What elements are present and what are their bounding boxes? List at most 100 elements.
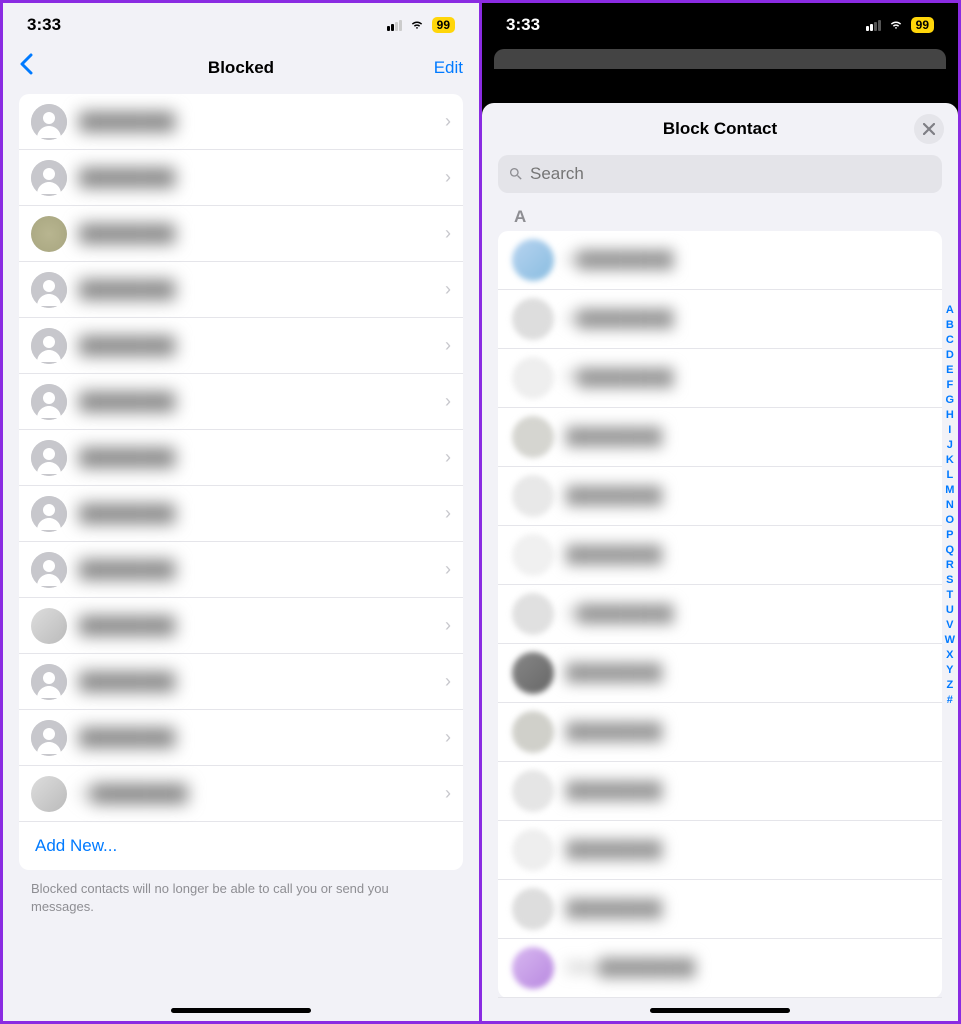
index-letter[interactable]: W [945, 633, 955, 648]
blocked-row[interactable]: ████████ › [19, 94, 463, 150]
chevron-right-icon: › [445, 615, 451, 636]
avatar [512, 416, 554, 458]
index-letter[interactable]: S [945, 573, 955, 588]
index-letter[interactable]: K [945, 453, 955, 468]
page-title: Blocked [208, 58, 274, 78]
blocked-list: ████████›████████›████████›████████›████… [19, 94, 463, 870]
contact-row[interactable]: ████████ [498, 821, 942, 880]
avatar [31, 272, 67, 308]
contact-name: ████████ [566, 545, 928, 565]
contact-row[interactable]: ████████ [498, 408, 942, 467]
edit-button[interactable]: Edit [434, 58, 463, 78]
chevron-right-icon: › [445, 167, 451, 188]
avatar [31, 664, 67, 700]
avatar [512, 298, 554, 340]
contact-row[interactable]: S████████ [498, 585, 942, 644]
contact-name: ████████ [566, 840, 928, 860]
index-letter[interactable]: A [945, 303, 955, 318]
contact-row[interactable]: A████████ [498, 290, 942, 349]
contact-row[interactable]: ████████ [498, 762, 942, 821]
index-letter[interactable]: N [945, 498, 955, 513]
contact-row[interactable]: A████████ [498, 231, 942, 290]
avatar [512, 593, 554, 635]
blocked-row[interactable]: ████████› [19, 542, 463, 598]
chevron-right-icon: › [445, 223, 451, 244]
wifi-icon [408, 18, 426, 32]
chevron-right-icon: › [445, 559, 451, 580]
contact-name: ████████ [79, 112, 437, 132]
alphabet-index[interactable]: ABCDEFGHIJKLMNOPQRSTUVWXYZ# [945, 303, 955, 708]
index-letter[interactable]: Q [945, 543, 955, 558]
left-phone-blocked-settings: 3:33 99 Blocked Edit ████████ › ████████ › █… [3, 3, 479, 1021]
contact-name: ████████ [79, 672, 437, 692]
index-letter[interactable]: L [945, 468, 955, 483]
avatar [31, 496, 67, 532]
status-time: 3:33 [506, 15, 540, 35]
index-letter[interactable]: J [945, 438, 955, 453]
contact-row[interactable]: Diks████████ [498, 939, 942, 998]
index-letter[interactable]: P [945, 528, 955, 543]
index-letter[interactable]: I [945, 423, 955, 438]
contact-row[interactable]: ████████ [498, 703, 942, 762]
contact-name: ████████ [566, 427, 928, 447]
contact-row[interactable]: ████████ [498, 526, 942, 585]
index-letter[interactable]: B [945, 318, 955, 333]
avatar [512, 357, 554, 399]
contact-row[interactable]: ████████ [498, 644, 942, 703]
avatar [31, 552, 67, 588]
blocked-row[interactable]: ████████› [19, 262, 463, 318]
home-indicator[interactable] [650, 1008, 790, 1013]
contact-list: A████████A████████P█████████████████████… [498, 231, 942, 998]
search-input[interactable] [530, 164, 932, 184]
index-letter[interactable]: E [945, 363, 955, 378]
avatar [31, 160, 67, 196]
index-letter[interactable]: D [945, 348, 955, 363]
avatar [512, 888, 554, 930]
blocked-row[interactable]: ████████› [19, 318, 463, 374]
index-letter[interactable]: F [945, 378, 955, 393]
contact-name: ████████ [79, 280, 437, 300]
chevron-right-icon: › [445, 783, 451, 804]
chevron-right-icon: › [445, 111, 451, 132]
index-letter[interactable]: U [945, 603, 955, 618]
index-letter[interactable]: H [945, 408, 955, 423]
search-icon [508, 166, 524, 182]
contact-row[interactable]: ████████ [498, 880, 942, 939]
blocked-row[interactable]: ████████› [19, 206, 463, 262]
contact-row[interactable]: P████████ [498, 349, 942, 408]
back-button[interactable] [19, 53, 33, 82]
blocked-row[interactable]: ████████› [19, 430, 463, 486]
chevron-right-icon: › [445, 503, 451, 524]
status-bar: 3:33 99 [3, 3, 479, 43]
blocked-row[interactable]: ████████› [19, 150, 463, 206]
avatar [512, 239, 554, 281]
index-letter[interactable]: O [945, 513, 955, 528]
blocked-row[interactable]: ████████› [19, 654, 463, 710]
home-indicator[interactable] [171, 1008, 311, 1013]
contact-name: ████████ [566, 486, 928, 506]
chevron-right-icon: › [445, 335, 451, 356]
index-letter[interactable]: M [945, 483, 955, 498]
index-letter[interactable]: T [945, 588, 955, 603]
add-new-button[interactable]: Add New... [19, 822, 463, 870]
blocked-row[interactable]: ████████› [19, 710, 463, 766]
blocked-row[interactable]: ████████› [19, 598, 463, 654]
index-letter[interactable]: # [945, 693, 955, 708]
wifi-icon [887, 18, 905, 32]
search-container [482, 155, 958, 203]
status-icons: 99 [866, 17, 934, 33]
index-letter[interactable]: G [945, 393, 955, 408]
blocked-row[interactable]: ████████› [19, 374, 463, 430]
close-button[interactable] [914, 114, 944, 144]
search-field[interactable] [498, 155, 942, 193]
index-letter[interactable]: C [945, 333, 955, 348]
index-letter[interactable]: Z [945, 678, 955, 693]
blocked-row[interactable]: U████████› [19, 766, 463, 822]
index-letter[interactable]: V [945, 618, 955, 633]
contact-row[interactable]: ████████ [498, 467, 942, 526]
index-letter[interactable]: X [945, 648, 955, 663]
modal-header: Block Contact [482, 103, 958, 155]
blocked-row[interactable]: ████████› [19, 486, 463, 542]
index-letter[interactable]: Y [945, 663, 955, 678]
index-letter[interactable]: R [945, 558, 955, 573]
